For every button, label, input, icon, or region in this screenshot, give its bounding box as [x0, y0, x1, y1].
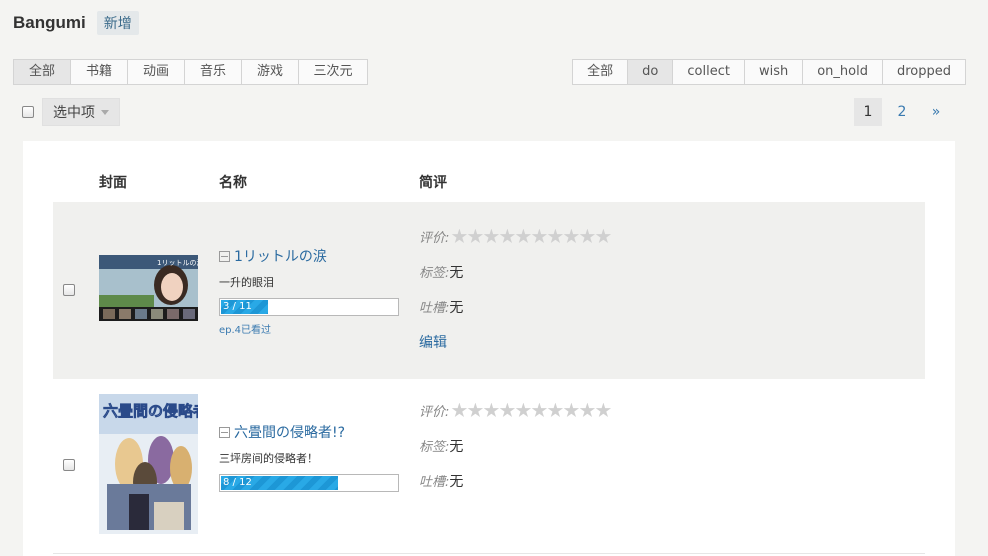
- header-cover: 封面: [99, 175, 127, 191]
- tab-category-books[interactable]: 书籍: [70, 60, 127, 84]
- progress-text: 3 / 11: [223, 301, 252, 312]
- selected-items-label: 选中项: [53, 105, 95, 121]
- bulk-toolbar: 选中项: [22, 98, 120, 126]
- item-info: 1リットルの涙 一升的眼泪 3 / 11 ep.4已看过: [219, 246, 399, 336]
- item-title-link[interactable]: 1リットルの涙: [219, 246, 399, 266]
- tab-category-anime[interactable]: 动画: [127, 60, 184, 84]
- tab-category-real[interactable]: 三次元: [298, 60, 367, 84]
- tab-status-all[interactable]: 全部: [573, 60, 627, 84]
- star-icon[interactable]: [499, 228, 516, 244]
- star-icon[interactable]: [499, 402, 516, 418]
- star-icon[interactable]: [595, 228, 612, 244]
- collection-table: 封面 名称 简评 1リットルの涙: [23, 141, 955, 556]
- new-button[interactable]: 新增: [96, 11, 139, 35]
- selected-items-dropdown[interactable]: 选中项: [42, 98, 120, 126]
- table-row: 六畳間の侵略者!? 六畳間の侵略者!? 三坪房间的侵略者！ 8 / 12 评价:: [53, 379, 925, 554]
- star-icon[interactable]: [579, 402, 596, 418]
- item-subtitle: 三坪房间的侵略者！: [219, 452, 318, 465]
- star-icon[interactable]: [451, 228, 468, 244]
- app-title: Bangumi: [13, 13, 86, 32]
- tags-value: 无: [449, 264, 464, 281]
- star-icon[interactable]: [563, 402, 580, 418]
- star-icon[interactable]: [595, 402, 612, 418]
- star-icon[interactable]: [451, 402, 468, 418]
- tv-icon: [219, 250, 230, 262]
- row-divider: [53, 553, 925, 554]
- star-icon[interactable]: [547, 228, 564, 244]
- item-info: 六畳間の侵略者!? 三坪房间的侵略者！ 8 / 12: [219, 422, 399, 492]
- cover-title-text: 1リットルの涙: [157, 258, 198, 267]
- tab-status-dropped[interactable]: dropped: [881, 60, 965, 84]
- cover-title-text: 六畳間の侵略者!?: [103, 402, 198, 420]
- header-review: 简评: [419, 175, 447, 191]
- cover-image[interactable]: 六畳間の侵略者!?: [99, 394, 198, 534]
- star-icon[interactable]: [467, 228, 484, 244]
- next-page[interactable]: »: [922, 98, 950, 126]
- comment-value: 无: [449, 299, 464, 316]
- category-tabs: 全部 书籍 动画 音乐 游戏 三次元: [13, 59, 368, 85]
- item-subtitle: 一升的眼泪: [219, 276, 274, 289]
- progress-bar[interactable]: 8 / 12: [219, 474, 399, 492]
- page-1[interactable]: 1: [854, 98, 882, 126]
- select-all-checkbox[interactable]: [22, 106, 34, 118]
- star-icon[interactable]: [515, 228, 532, 244]
- star-icon[interactable]: [467, 402, 484, 418]
- progress-bar[interactable]: 3 / 11: [219, 298, 399, 316]
- tab-status-on-hold[interactable]: on_hold: [802, 60, 882, 84]
- star-icon[interactable]: [547, 402, 564, 418]
- tab-category-music[interactable]: 音乐: [184, 60, 241, 84]
- tv-icon: [219, 426, 230, 438]
- item-title: 六畳間の侵略者!?: [234, 425, 346, 441]
- status-tabs: 全部 do collect wish on_hold dropped: [572, 59, 966, 85]
- tags-value: 无: [449, 438, 464, 455]
- tags-label: 标签:: [419, 266, 450, 281]
- cover-image[interactable]: 1リットルの涙: [99, 255, 198, 321]
- table-row: 1リットルの涙 1リットルの涙 一升的眼泪 3 / 11 ep.4已看过 评价:: [53, 202, 925, 379]
- comment-value: 无: [449, 473, 464, 490]
- review-section: 评价: 标签: 无 吐槽: 无 编辑: [419, 219, 612, 359]
- star-icon[interactable]: [579, 228, 596, 244]
- chevron-down-icon: [101, 109, 109, 115]
- edit-link[interactable]: 编辑: [419, 332, 447, 352]
- comment-label: 吐槽:: [419, 301, 450, 316]
- item-title: 1リットルの涙: [234, 249, 327, 265]
- progress-text: 8 / 12: [223, 477, 252, 488]
- item-title-link[interactable]: 六畳間の侵略者!?: [219, 422, 399, 442]
- tab-status-wish[interactable]: wish: [743, 60, 802, 84]
- row-checkbox[interactable]: [63, 459, 75, 471]
- rating-label: 评价:: [419, 405, 450, 420]
- tab-category-games[interactable]: 游戏: [241, 60, 298, 84]
- star-icon[interactable]: [531, 402, 548, 418]
- page-2[interactable]: 2: [888, 98, 916, 126]
- header-name: 名称: [219, 175, 247, 191]
- review-section: 评价: 标签: 无 吐槽: 无: [419, 393, 612, 498]
- star-icon[interactable]: [483, 402, 500, 418]
- pagination: 1 2 »: [848, 98, 950, 126]
- row-checkbox[interactable]: [63, 284, 75, 296]
- star-icon[interactable]: [531, 228, 548, 244]
- comment-label: 吐槽:: [419, 475, 450, 490]
- rating-stars[interactable]: [451, 402, 612, 419]
- star-icon[interactable]: [563, 228, 580, 244]
- star-icon[interactable]: [483, 228, 500, 244]
- tab-status-do[interactable]: do: [627, 60, 673, 84]
- star-icon[interactable]: [515, 402, 532, 418]
- tags-label: 标签:: [419, 440, 450, 455]
- watched-episode-link[interactable]: ep.4已看过: [219, 321, 399, 336]
- rating-stars[interactable]: [451, 228, 612, 245]
- header: Bangumi 新增: [13, 11, 139, 35]
- tab-category-all[interactable]: 全部: [14, 60, 70, 84]
- rating-label: 评价:: [419, 231, 450, 246]
- tab-status-collect[interactable]: collect: [672, 60, 744, 84]
